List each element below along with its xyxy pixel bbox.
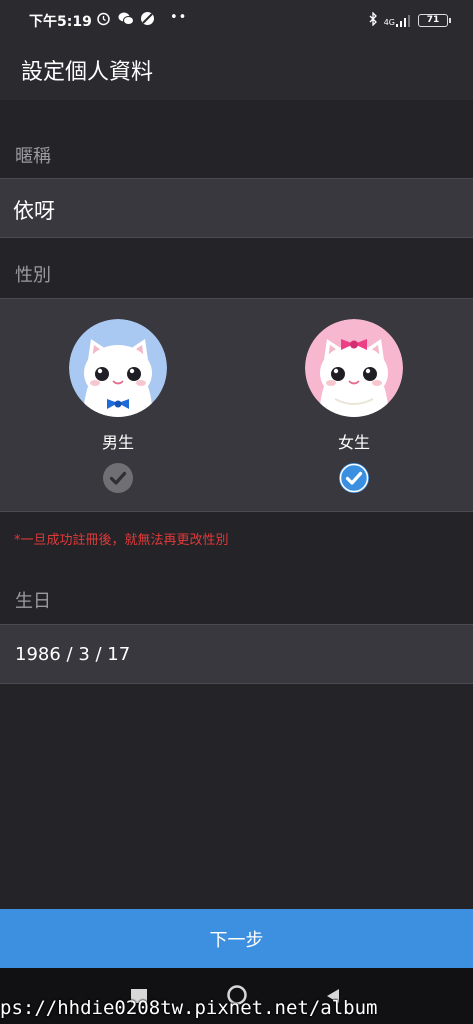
female-avatar <box>305 319 403 417</box>
signal-icon: 4G <box>384 14 412 27</box>
notification-icons <box>96 11 155 26</box>
next-button[interactable]: 下一步 <box>0 909 473 968</box>
birthday-label: 生日 <box>15 591 51 612</box>
birthday-field[interactable]: 1986 / 3 / 17 <box>0 624 473 684</box>
gender-option-label: 男生 <box>101 433 134 452</box>
gender-option-label: 女生 <box>337 433 370 452</box>
birthday-value: 1986 / 3 / 17 <box>15 644 131 665</box>
gender-option-female[interactable]: 女生 <box>294 319 414 499</box>
no-disturb-icon <box>140 11 155 26</box>
check-icon[interactable] <box>103 463 133 493</box>
status-bar: 下午5:19 •• 4G 71 <box>0 0 473 40</box>
bluetooth-icon <box>368 11 378 30</box>
more-notifications-icon: •• <box>170 10 188 25</box>
app-bar: 設定個人資料 <box>0 40 473 100</box>
wechat-icon <box>118 11 134 26</box>
page-title: 設定個人資料 <box>21 60 154 85</box>
gender-warning: *一旦成功註冊後，就無法再更改性別 <box>14 533 229 548</box>
gender-panel: 男生 女生 <box>0 298 473 512</box>
alarm-icon <box>96 11 111 26</box>
gender-option-male[interactable]: 男生 <box>58 319 178 499</box>
nickname-label: 暱稱 <box>15 146 51 167</box>
check-icon[interactable] <box>339 463 369 493</box>
male-avatar <box>69 319 167 417</box>
watermark-url: ps://hhdie0208tw.pixnet.net/album <box>0 997 378 1019</box>
nickname-value: 依呀 <box>13 199 55 223</box>
system-icons: 4G 71 <box>368 11 451 30</box>
nickname-field[interactable]: 依呀 <box>0 178 473 238</box>
status-time: 下午5:19 <box>29 14 92 30</box>
battery-icon: 71 <box>418 14 451 27</box>
gender-label: 性別 <box>15 265 51 286</box>
